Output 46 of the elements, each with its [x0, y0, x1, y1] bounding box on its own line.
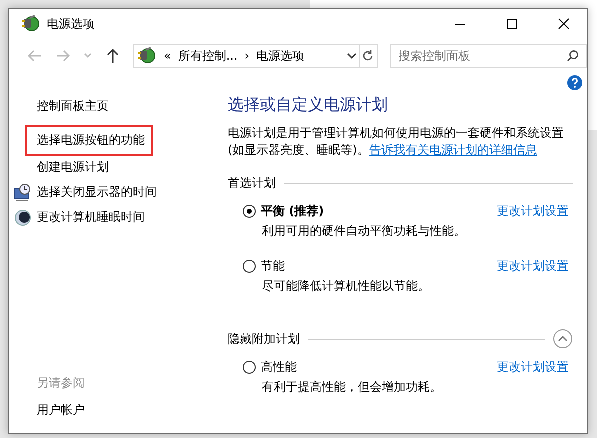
- sidebar-link[interactable]: 创建电源计划: [37, 159, 109, 176]
- dropdown-chevron-icon[interactable]: [344, 51, 359, 61]
- group-heading: 隐藏附加计划: [228, 330, 300, 348]
- radio-button[interactable]: [243, 361, 256, 374]
- sidebar-link[interactable]: 更改计算机睡眠时间: [37, 209, 145, 226]
- moon-icon: [14, 208, 32, 226]
- breadcrumb[interactable]: 所有控制...: [178, 48, 238, 64]
- sidebar-link[interactable]: 选择关闭显示器的时间: [37, 184, 157, 201]
- sidebar-link[interactable]: 选择电源按钮的功能: [27, 127, 151, 154]
- plan-description: 有利于提高性能，但会增加功耗。: [261, 379, 443, 396]
- change-plan-settings-link[interactable]: 更改计划设置: [497, 258, 573, 275]
- up-arrow-icon: [105, 48, 121, 64]
- back-icon: [27, 48, 43, 64]
- details-link[interactable]: 告诉我有关电源计划的详细信息: [369, 143, 538, 157]
- breadcrumb-separator: ›: [244, 49, 250, 63]
- monitor-clock-icon: [14, 184, 32, 202]
- chevron-up-icon: [553, 329, 573, 349]
- description-text: 电源计划是用于管理计算机如何使用电源的一套硬件和系统设置(如显示器亮度、睡眠等)。告诉我有关电源计划的详细信息: [228, 125, 565, 159]
- plan-description: 尽可能降低计算机性能以节能。: [261, 278, 431, 295]
- plan-name: 高性能: [261, 359, 297, 376]
- window-title: 电源选项: [47, 16, 96, 32]
- forward-icon: [55, 48, 71, 64]
- search-icon: [567, 50, 579, 62]
- change-plan-settings-link[interactable]: 更改计划设置: [497, 203, 573, 220]
- power-options-icon: [137, 46, 157, 66]
- breadcrumb[interactable]: 电源选项: [256, 48, 305, 64]
- refresh-icon: [362, 50, 374, 62]
- plan-name: 节能: [261, 258, 285, 275]
- power-options-icon: [21, 14, 41, 34]
- see-also-heading: 另请参阅: [37, 375, 86, 392]
- overflow-mark[interactable]: «: [164, 49, 172, 63]
- maximize-icon: [506, 18, 518, 30]
- close-icon: [558, 18, 570, 30]
- address-bar[interactable]: « 所有控制... › 电源选项: [133, 44, 378, 68]
- group-heading: 首选计划: [228, 174, 276, 192]
- page-heading: 选择或自定义电源计划: [228, 95, 389, 116]
- plan-description: 利用可用的硬件自动平衡功耗与性能。: [261, 223, 467, 240]
- collapse-button[interactable]: [553, 329, 573, 349]
- see-also-link[interactable]: 用户帐户: [37, 402, 216, 419]
- search-field[interactable]: 搜索控制面板: [390, 44, 587, 68]
- change-plan-settings-link[interactable]: 更改计划设置: [497, 359, 573, 376]
- sidebar-link[interactable]: 控制面板主页: [37, 98, 109, 115]
- radio-button[interactable]: [243, 260, 256, 273]
- plan-name: 平衡 (推荐): [261, 203, 324, 220]
- radio-button[interactable]: [243, 205, 256, 218]
- help-icon[interactable]: [567, 75, 583, 91]
